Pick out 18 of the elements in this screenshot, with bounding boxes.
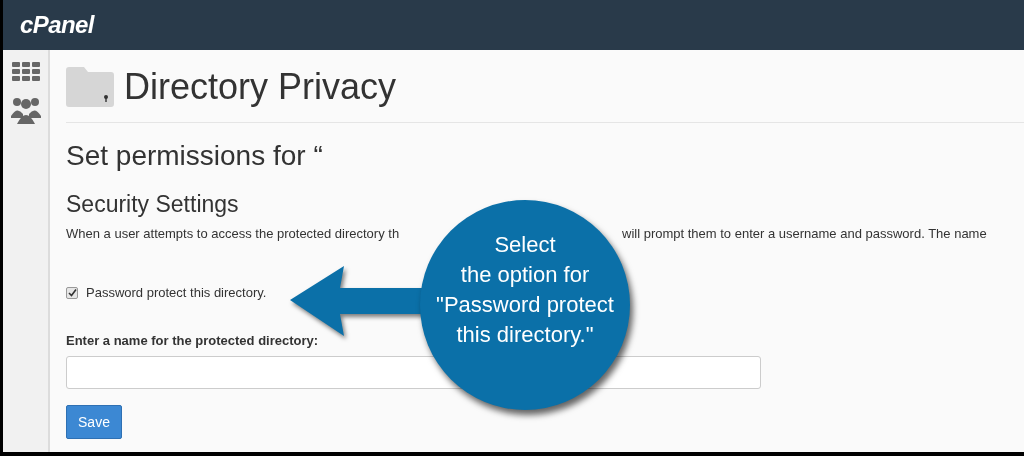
- checkbox-label: Password protect this directory.: [86, 284, 267, 302]
- locked-folder-icon: [66, 67, 114, 107]
- section-heading: Security Settings: [66, 190, 239, 219]
- save-button[interactable]: Save: [66, 405, 122, 439]
- users-icon[interactable]: [10, 96, 41, 124]
- callout-text: Select: [494, 231, 556, 259]
- callout-text: the option for: [460, 261, 590, 289]
- description-text: When a user attempts to access the protected directory th: [66, 224, 401, 243]
- field-label: Enter a name for the protected directory:: [66, 331, 319, 350]
- grid-icon[interactable]: [11, 62, 40, 82]
- checkbox[interactable]: [66, 286, 78, 299]
- checkmark-icon: [67, 288, 77, 298]
- description-text: will prompt them to enter a username and password. The name: [622, 224, 987, 243]
- callout-text: this directory.": [456, 321, 594, 349]
- logo[interactable]: cPanel: [20, 7, 94, 43]
- subtitle: Set permissions for “: [66, 139, 323, 173]
- callout-text: "Password protect: [436, 291, 614, 319]
- page-title: Directory Privacy: [124, 65, 397, 109]
